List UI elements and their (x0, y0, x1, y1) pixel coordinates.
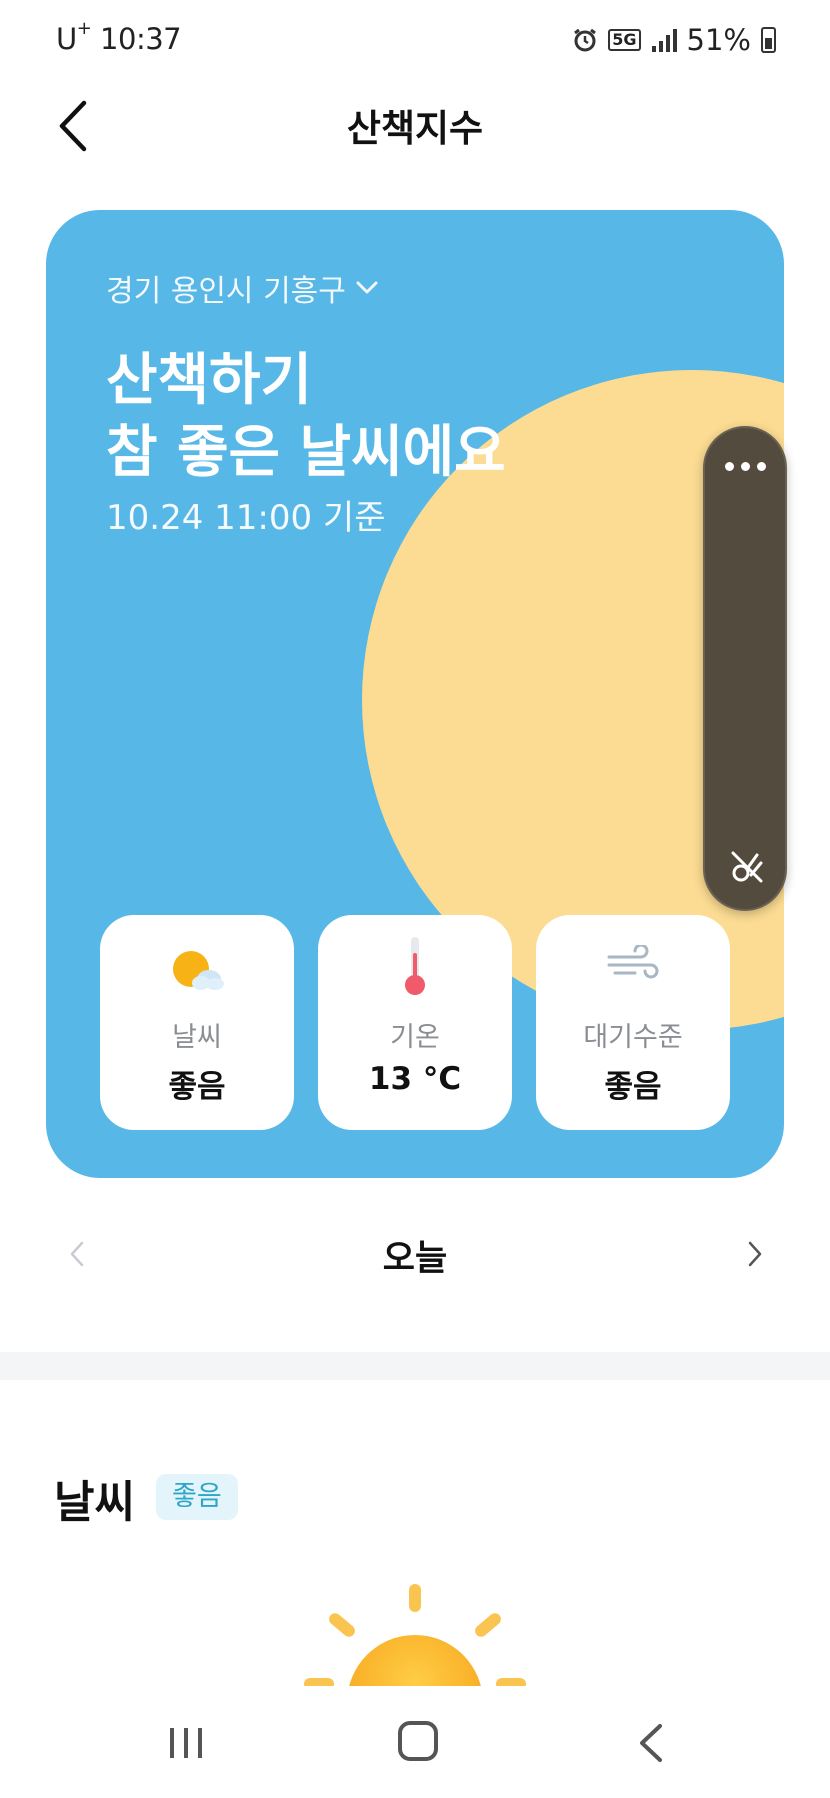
metric-weather-tile[interactable]: 날씨 좋음 (100, 915, 294, 1130)
floating-side-panel[interactable] (703, 426, 787, 911)
signal-icon (651, 29, 677, 52)
alarm-icon (574, 28, 597, 52)
metric-value: 좋음 (604, 1069, 662, 1105)
chevron-right-icon (748, 1241, 762, 1267)
metric-value: 13 °C (368, 1061, 462, 1097)
more-dots-icon[interactable] (705, 462, 785, 471)
metric-label: 기온 (390, 1022, 440, 1053)
metric-value: 좋음 (168, 1069, 226, 1105)
section-divider (0, 1352, 830, 1380)
metric-air-quality-tile[interactable]: 대기수준 좋음 (536, 915, 730, 1130)
thermometer-icon (318, 937, 512, 1001)
status-bar: U+ 10:37 5G 51% (0, 0, 830, 80)
page-title: 산책지수 (346, 107, 484, 150)
location-label: 경기 용인시 기흥구 (106, 274, 346, 309)
sun-cloud-icon (100, 945, 294, 1001)
chevron-down-icon (356, 281, 378, 294)
status-icons: 5G 51% (572, 22, 776, 58)
network-type: 5G (608, 29, 641, 51)
home-icon[interactable] (398, 1721, 438, 1761)
system-nav-bar (0, 1688, 830, 1798)
status-time: 10:37 (100, 22, 182, 56)
wind-icon (536, 945, 730, 1001)
recent-apps-icon[interactable] (166, 1726, 206, 1760)
walk-index-card: 경기 용인시 기흥구 산책하기 참 좋은 날씨에요 10.24 11:00 기준… (46, 210, 784, 1178)
hide-panel-icon[interactable] (727, 847, 767, 887)
headline-line-1: 산책하기 (106, 348, 313, 413)
back-icon[interactable] (636, 1722, 666, 1764)
battery-icon (761, 27, 776, 53)
carrier-label: U (56, 22, 77, 56)
location-selector[interactable]: 경기 용인시 기흥구 (106, 266, 378, 310)
next-day-button[interactable] (740, 1234, 770, 1274)
day-navigation: 오늘 (0, 1220, 830, 1290)
app-header: 산책지수 (0, 80, 830, 170)
walk-headline: 산책하기 참 좋은 날씨에요 (106, 345, 506, 489)
battery-percent: 51% (686, 23, 751, 57)
metric-temperature-tile[interactable]: 기온 13 °C (318, 915, 512, 1130)
day-label: 오늘 (382, 1239, 448, 1279)
metric-label: 대기수준 (583, 1022, 683, 1053)
headline-line-2: 참 좋은 날씨에요 (106, 420, 506, 485)
metric-label: 날씨 (172, 1022, 222, 1053)
carrier-plus: + (76, 18, 92, 40)
weather-section-title: 날씨 (54, 1477, 135, 1528)
weather-status-badge: 좋음 (156, 1474, 238, 1520)
sun-icon (300, 1578, 530, 1686)
carrier-time: U+ 10:37 (56, 18, 182, 56)
update-timestamp: 10.24 11:00 기준 (106, 498, 386, 538)
